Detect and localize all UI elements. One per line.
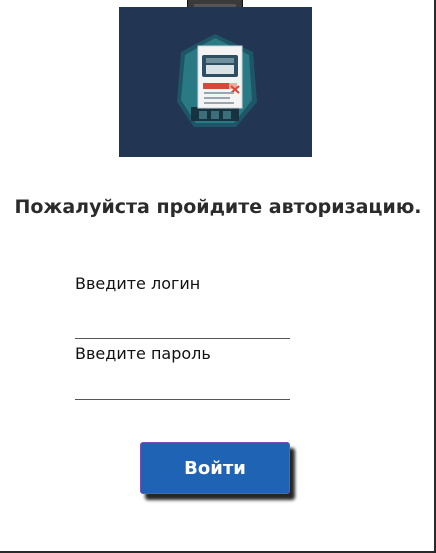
login-button[interactable]: Войти [140,442,290,494]
login-label: Введите логин [75,274,201,293]
app-logo [119,7,312,157]
page-title: Пожалуйста пройдите авторизацию. [14,196,422,218]
password-label: Введите пароль [75,344,211,363]
password-input[interactable] [75,377,290,400]
login-input[interactable] [75,316,290,339]
document-scanner-icon [177,34,257,127]
